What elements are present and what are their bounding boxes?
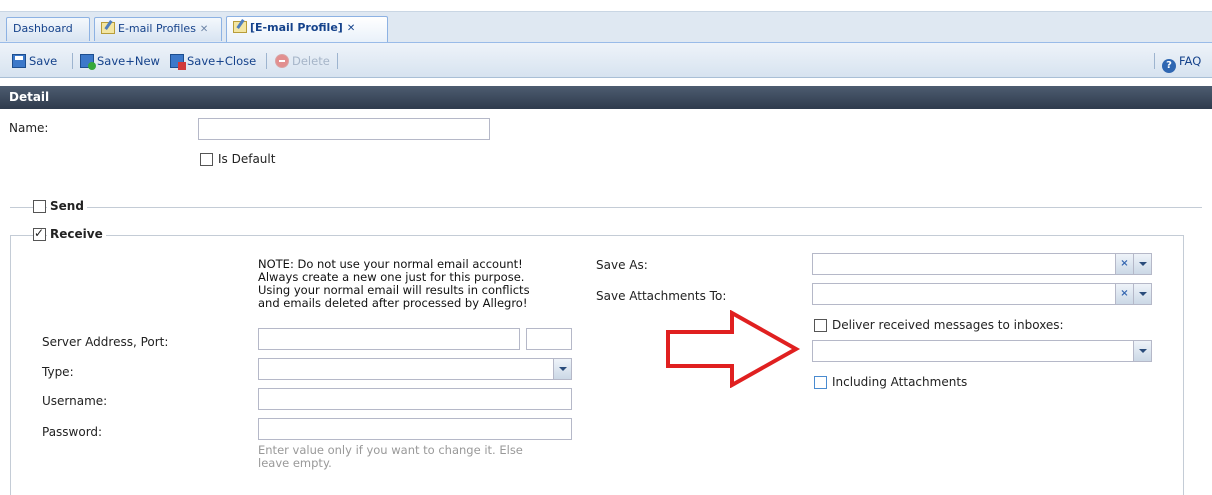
toolbar-separator <box>72 53 73 69</box>
inboxes-select[interactable] <box>812 340 1152 362</box>
type-select[interactable] <box>258 358 572 380</box>
save-close-button-label: Save+Close <box>187 54 257 68</box>
receive-fieldset-border-left <box>10 235 11 495</box>
toolbar: Save Save+New Save+Close Delete ? FAQ <box>0 43 1212 78</box>
chevron-down-icon[interactable] <box>1133 284 1151 304</box>
tab-label: Dashboard <box>13 22 73 35</box>
password-label: Password: <box>42 425 103 439</box>
save-as-select[interactable]: × <box>812 253 1152 275</box>
send-legend: Send <box>47 199 87 213</box>
name-field[interactable] <box>198 118 490 140</box>
receive-fieldset-border-top <box>10 235 1183 236</box>
tab-email-profile[interactable]: [E-mail Profile] ✕ <box>226 16 388 42</box>
detail-panel-header: Detail <box>0 86 1212 109</box>
deliver-messages-label: Deliver received messages to inboxes: <box>832 318 1064 332</box>
including-attachments-checkbox[interactable] <box>814 376 827 389</box>
delete-icon <box>275 54 289 68</box>
faq-button-label: FAQ <box>1179 54 1202 68</box>
server-address-field[interactable] <box>258 328 520 350</box>
chevron-down-icon[interactable] <box>1133 341 1151 361</box>
save-close-button[interactable]: Save+Close <box>170 52 256 70</box>
tab-email-profiles[interactable]: E-mail Profiles ✕ <box>94 17 222 41</box>
save-new-button[interactable]: Save+New <box>80 52 160 70</box>
toolbar-separator <box>266 53 267 69</box>
type-label: Type: <box>42 365 74 379</box>
toolbar-separator <box>337 53 338 69</box>
chevron-down-icon[interactable] <box>553 359 571 379</box>
including-attachments-label: Including Attachments <box>832 375 968 389</box>
server-address-label: Server Address, Port: <box>42 335 169 349</box>
edit-note-icon <box>233 21 247 33</box>
faq-button[interactable]: ? FAQ <box>1162 52 1202 73</box>
help-icon: ? <box>1162 59 1176 73</box>
save-attachments-label: Save Attachments To: <box>596 289 727 303</box>
email-account-note: NOTE: Do not use your normal email accou… <box>258 258 530 310</box>
receive-fieldset-border-right <box>1183 235 1184 495</box>
delete-button-label: Delete <box>292 54 330 68</box>
is-default-label: Is Default <box>218 152 276 166</box>
save-new-button-label: Save+New <box>97 54 160 68</box>
save-attachments-select[interactable]: × <box>812 283 1152 305</box>
hint-line: leave empty. <box>258 456 332 470</box>
is-default-checkbox[interactable] <box>200 153 213 166</box>
save-button[interactable]: Save <box>12 52 57 70</box>
annotation-arrow <box>666 310 801 388</box>
send-fieldset-border <box>10 207 1202 208</box>
password-hint: Enter value only if you want to change i… <box>258 444 523 470</box>
floppy-disk-icon <box>12 54 26 68</box>
save-as-label: Save As: <box>596 258 648 272</box>
tab-label: [E-mail Profile] <box>250 21 343 34</box>
tab-label: E-mail Profiles <box>118 22 196 35</box>
tab-dashboard[interactable]: Dashboard <box>6 17 90 41</box>
save-new-icon <box>80 54 96 70</box>
close-icon[interactable]: ✕ <box>200 24 208 35</box>
password-field[interactable] <box>258 418 572 440</box>
receive-checkbox[interactable] <box>33 226 46 241</box>
delete-button[interactable]: Delete <box>275 52 330 70</box>
send-checkbox[interactable] <box>33 200 46 213</box>
clear-icon[interactable]: × <box>1115 254 1133 274</box>
deliver-messages-checkbox[interactable] <box>814 319 827 332</box>
edit-note-icon <box>101 22 115 34</box>
toolbar-separator <box>1154 53 1155 69</box>
close-icon[interactable]: ✕ <box>347 23 355 34</box>
tab-bar: Dashboard E-mail Profiles ✕ [E-mail Profi… <box>0 12 1212 43</box>
clear-icon[interactable]: × <box>1115 284 1133 304</box>
username-field[interactable] <box>258 388 572 410</box>
page-heading-fragment <box>0 0 1212 12</box>
receive-legend: Receive <box>47 227 106 241</box>
detail-panel-title: Detail <box>9 90 50 104</box>
name-label: Name: <box>9 121 49 135</box>
username-label: Username: <box>42 394 108 408</box>
arrow-shape <box>666 310 801 388</box>
port-field[interactable] <box>526 328 572 350</box>
chevron-down-icon[interactable] <box>1133 254 1151 274</box>
save-button-label: Save <box>29 54 58 68</box>
save-close-icon <box>170 54 186 70</box>
note-line: and emails deleted after processed by Al… <box>258 296 528 310</box>
